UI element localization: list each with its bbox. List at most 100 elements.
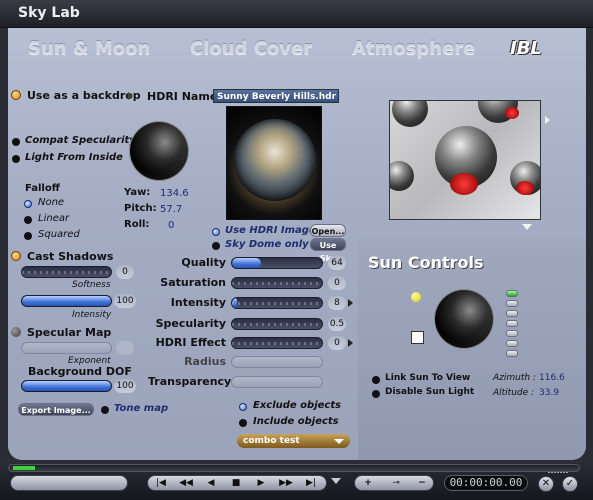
- altitude-value[interactable]: 33.9: [539, 388, 559, 398]
- falloff-none-radio[interactable]: [24, 200, 32, 208]
- transparency-label: Transparency: [148, 375, 232, 388]
- playback-controls: |◀ ◀◀ ◀ ■ ▶ ▶▶ ▶|: [147, 475, 327, 491]
- timecode-display[interactable]: 00:00:00.00: [444, 475, 528, 491]
- play-button[interactable]: ▶: [250, 476, 272, 490]
- tab-ibl[interactable]: IBL: [510, 38, 542, 59]
- tab-cloud-cover[interactable]: Cloud Cover: [190, 38, 312, 59]
- azimuth-value[interactable]: 116.6: [539, 373, 565, 383]
- roll-value[interactable]: 0: [168, 220, 174, 231]
- link-sun-toggle[interactable]: [372, 376, 380, 384]
- keyframe-strip[interactable]: [10, 475, 128, 491]
- intensity-label: Intensity: [170, 296, 226, 309]
- compat-specularity-label: Compat Specularity: [25, 135, 136, 146]
- exclude-objects-radio[interactable]: [239, 403, 247, 411]
- title-bar: Sky Lab: [0, 0, 593, 28]
- pitch-label: Pitch:: [124, 203, 157, 214]
- go-start-button[interactable]: |◀: [150, 476, 172, 490]
- cast-shadows-toggle[interactable]: [11, 251, 21, 261]
- tab-sun-moon[interactable]: Sun & Moon: [28, 38, 150, 59]
- use-sky-button[interactable]: Use Sky: [310, 238, 346, 263]
- falloff-linear-radio[interactable]: [24, 216, 32, 224]
- fast-forward-button[interactable]: ▶▶: [275, 476, 297, 490]
- specular-map-toggle[interactable]: [11, 327, 21, 337]
- intensity-shadow-slider[interactable]: [21, 295, 112, 307]
- light-from-inside-label: Light From Inside: [25, 152, 123, 163]
- exponent-slider[interactable]: [21, 342, 112, 354]
- intensity-value[interactable]: 8: [328, 296, 346, 310]
- hdri-effect-value[interactable]: 0: [328, 336, 346, 350]
- use-backdrop-label: Use as a backdrop: [27, 89, 141, 102]
- dof-value[interactable]: 100: [114, 379, 136, 393]
- hdri-name-field[interactable]: Sunny Beverly Hills.hdr: [213, 89, 339, 103]
- intensity-slider[interactable]: [231, 297, 323, 309]
- play-reverse-button[interactable]: ◀: [200, 476, 222, 490]
- sun-color-swatch[interactable]: [411, 331, 424, 344]
- specularity-label: Specularity: [155, 317, 226, 330]
- radius-slider[interactable]: [231, 356, 323, 368]
- saturation-label: Saturation: [160, 276, 226, 289]
- falloff-squared-label: Squared: [38, 229, 80, 240]
- compat-specularity-toggle[interactable]: [12, 138, 20, 146]
- hdri-preview-image: [226, 106, 322, 220]
- softness-slider[interactable]: [21, 266, 112, 278]
- check-icon[interactable]: ✓: [562, 476, 578, 492]
- yaw-value[interactable]: 134.6: [160, 188, 189, 199]
- use-hdri-radio[interactable]: [212, 228, 220, 236]
- stop-button[interactable]: ■: [225, 476, 247, 490]
- hdri-effect-slider[interactable]: [231, 337, 323, 349]
- tab-atmosphere[interactable]: Atmosphere: [352, 38, 475, 59]
- falloff-squared-radio[interactable]: [24, 232, 32, 240]
- chevron-down-icon: [334, 439, 344, 444]
- disable-sun-toggle[interactable]: [372, 390, 380, 398]
- hdri-effect-arrow-icon[interactable]: [348, 339, 353, 347]
- hdri-effect-label: HDRI Effect: [155, 336, 226, 349]
- specularity-value[interactable]: 0.5: [328, 317, 346, 331]
- main-panel: Sun & Moon Cloud Cover Atmosphere IBL Us…: [8, 28, 586, 460]
- pitch-value[interactable]: 57.7: [160, 204, 182, 215]
- go-end-button[interactable]: ▶|: [300, 476, 322, 490]
- preview-next-icon[interactable]: [545, 116, 550, 124]
- saturation-value[interactable]: 0: [328, 276, 346, 290]
- preview-dropdown-icon[interactable]: [522, 224, 532, 230]
- rewind-button[interactable]: ◀◀: [175, 476, 197, 490]
- softness-label: Softness: [72, 280, 111, 290]
- sky-dome-label: Sky Dome only: [225, 239, 309, 250]
- quality-value[interactable]: 64: [328, 256, 346, 270]
- window-title: Sky Lab: [18, 5, 80, 21]
- tone-map-toggle[interactable]: [101, 406, 109, 414]
- disable-sun-label: Disable Sun Light: [385, 387, 475, 397]
- softness-value[interactable]: 0: [116, 265, 134, 279]
- use-backdrop-toggle[interactable]: [11, 90, 21, 100]
- export-image-button[interactable]: Export Image...: [18, 403, 94, 416]
- close-icon[interactable]: ✕: [538, 476, 554, 492]
- dof-slider[interactable]: [21, 380, 112, 392]
- exponent-value[interactable]: [116, 341, 134, 355]
- sky-dome-radio[interactable]: [212, 242, 220, 250]
- sun-level-leds[interactable]: [506, 290, 518, 360]
- sun-position-sphere[interactable]: [435, 290, 493, 348]
- exclude-objects-label: Exclude objects: [253, 400, 342, 411]
- transparency-slider[interactable]: [231, 376, 323, 388]
- intensity-arrow-icon[interactable]: [348, 299, 353, 307]
- timeline-slider[interactable]: [8, 464, 580, 472]
- specularity-slider[interactable]: [231, 318, 323, 330]
- sun-indicator-icon: [411, 292, 421, 302]
- rotation-sphere[interactable]: [130, 122, 188, 180]
- open-button[interactable]: Open...: [310, 224, 346, 237]
- include-objects-label: Include objects: [253, 416, 339, 427]
- combo-value: combo test: [243, 436, 300, 446]
- quality-slider[interactable]: [231, 257, 323, 269]
- saturation-slider[interactable]: [231, 277, 323, 289]
- transport-dropdown-icon[interactable]: [331, 478, 341, 484]
- key-icon[interactable]: ⊸: [383, 476, 409, 490]
- intensity-shadow-value[interactable]: 100: [114, 294, 136, 308]
- object-list-combo[interactable]: combo test: [237, 434, 350, 448]
- hdri-name-label: HDRI Name: [147, 90, 218, 103]
- falloff-linear-label: Linear: [38, 213, 70, 224]
- minus-icon[interactable]: −: [411, 476, 433, 490]
- plus-icon[interactable]: +: [357, 476, 379, 490]
- backdrop-arrow-icon[interactable]: [128, 92, 133, 100]
- link-sun-label: Link Sun To View: [385, 373, 471, 383]
- light-from-inside-toggle[interactable]: [12, 155, 20, 163]
- include-objects-radio[interactable]: [239, 419, 247, 427]
